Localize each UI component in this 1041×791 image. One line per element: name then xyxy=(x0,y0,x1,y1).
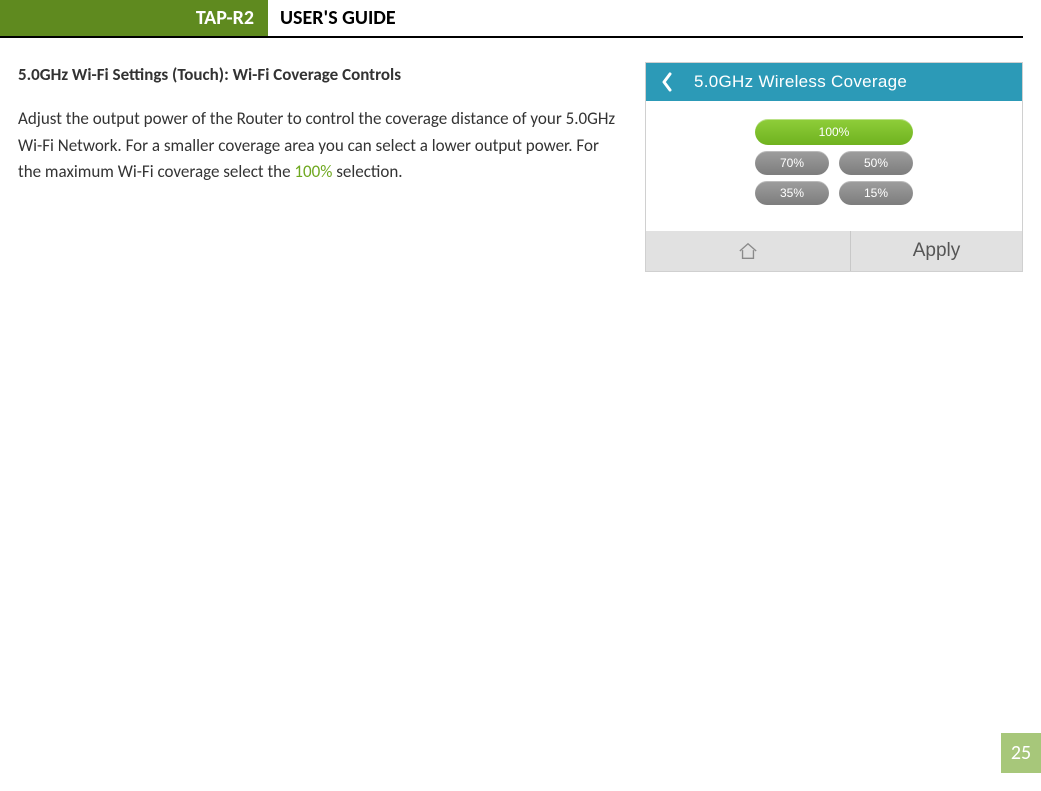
body-paragraph: Adjust the output power of the Router to… xyxy=(18,106,621,185)
home-button[interactable] xyxy=(646,231,850,271)
coverage-option-70[interactable]: 70% xyxy=(755,151,829,175)
home-icon xyxy=(737,241,759,261)
device-topbar: 5.0GHz Wireless Coverage xyxy=(646,63,1022,101)
coverage-option-15[interactable]: 15% xyxy=(839,181,913,205)
page-number: 25 xyxy=(1001,733,1041,773)
coverage-row-3: 35% 15% xyxy=(755,181,913,205)
chevron-left-icon xyxy=(661,72,673,92)
apply-button[interactable]: Apply xyxy=(850,231,1022,271)
coverage-option-50[interactable]: 50% xyxy=(839,151,913,175)
product-badge: TAP-R2 xyxy=(0,0,268,36)
back-button[interactable] xyxy=(646,63,688,101)
screenshot-column: 5.0GHz Wireless Coverage 100% 70% 50% 35… xyxy=(645,62,1023,272)
text-column: 5.0GHz Wi-Fi Settings (Touch): Wi-Fi Cov… xyxy=(18,62,621,272)
page-header: TAP-R2 USER'S GUIDE xyxy=(0,0,1023,38)
device-screenshot: 5.0GHz Wireless Coverage 100% 70% 50% 35… xyxy=(645,62,1023,272)
guide-title: USER'S GUIDE xyxy=(268,0,396,36)
coverage-row-2: 70% 50% xyxy=(755,151,913,175)
body-highlight: 100% xyxy=(294,161,332,182)
device-body: 100% 70% 50% 35% 15% xyxy=(646,101,1022,231)
body-text-post: selection. xyxy=(332,161,402,182)
device-title: 5.0GHz Wireless Coverage xyxy=(688,72,1022,92)
page-content: 5.0GHz Wi-Fi Settings (Touch): Wi-Fi Cov… xyxy=(0,38,1041,272)
coverage-option-35[interactable]: 35% xyxy=(755,181,829,205)
coverage-option-100[interactable]: 100% xyxy=(755,119,913,145)
section-heading: 5.0GHz Wi-Fi Settings (Touch): Wi-Fi Cov… xyxy=(18,62,621,88)
device-footer: Apply xyxy=(646,231,1022,271)
